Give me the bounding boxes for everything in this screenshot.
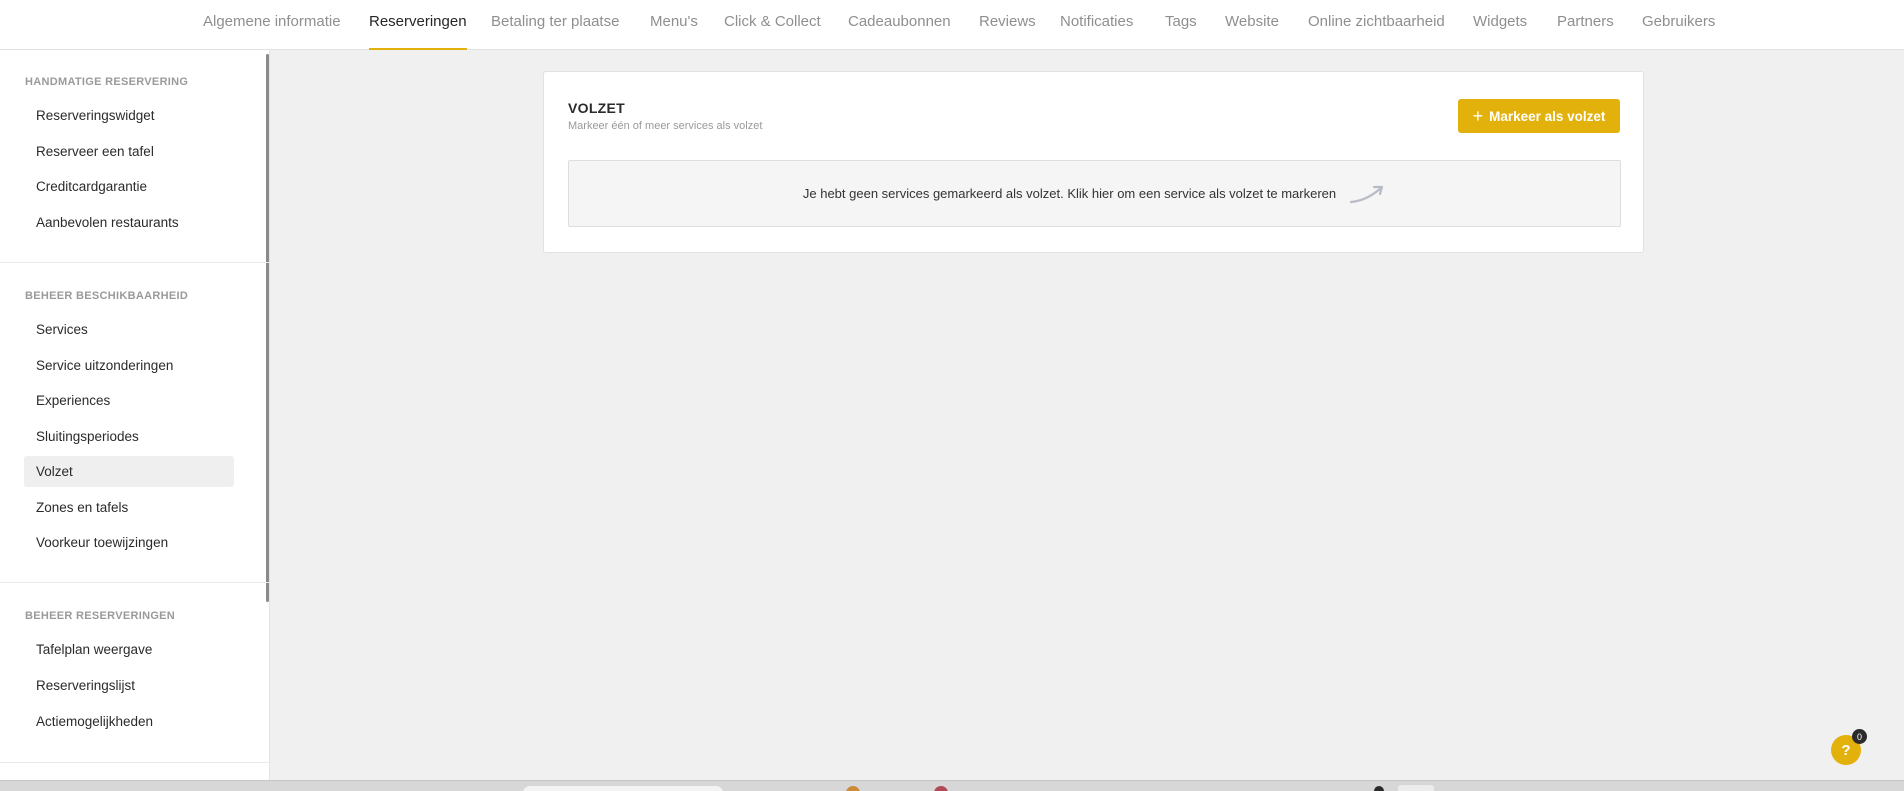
dark-dot-icon[interactable] (1374, 786, 1384, 791)
sidebar-scrollbar[interactable] (266, 54, 269, 602)
sidebar-item-sluitingsperiodes[interactable]: Sluitingsperiodes (24, 421, 234, 452)
tab-website[interactable]: Website (1225, 0, 1279, 50)
top-tab-bar: Algemene informatie Reserveringen Betali… (0, 0, 1904, 50)
sidebar-item-reserveer-een-tafel[interactable]: Reserveer een tafel (24, 136, 234, 167)
volzet-card: VOLZET Markeer één of meer services als … (543, 71, 1644, 253)
sidebar-heading-handmatige-reservering: HANDMATIGE RESERVERING (25, 76, 189, 88)
card-subtitle: Markeer één of meer services als volzet (568, 120, 763, 132)
button-label: Markeer als volzet (1489, 108, 1606, 124)
tab-algemene-informatie[interactable]: Algemene informatie (203, 0, 341, 50)
markeer-als-volzet-button[interactable]: + Markeer als volzet (1458, 99, 1620, 133)
tab-reserveringen[interactable]: Reserveringen (369, 0, 467, 50)
tab-gebruikers[interactable]: Gebruikers (1642, 0, 1715, 50)
tab-online-zichtbaarheid[interactable]: Online zichtbaarheid (1308, 0, 1445, 50)
sidebar-item-aanbevolen-restaurants[interactable]: Aanbevolen restaurants (24, 207, 234, 238)
sidebar-heading-beheer-reserveringen: BEHEER RESERVERINGEN (25, 610, 176, 622)
red-dot-icon[interactable] (934, 786, 948, 791)
sidebar-item-volzet[interactable]: Volzet (24, 456, 234, 487)
sidebar-heading-beheer-beschikbaarheid: BEHEER BESCHIKBAARHEID (25, 290, 189, 302)
sidebar-item-actiemogelijkheden[interactable]: Actiemogelijkheden (24, 706, 234, 737)
sidebar-item-zones-en-tafels[interactable]: Zones en tafels (24, 492, 234, 523)
sidebar-item-voorkeur-toewijzingen[interactable]: Voorkeur toewijzingen (24, 527, 234, 558)
question-mark-icon: ? (1841, 741, 1851, 759)
tab-widgets[interactable]: Widgets (1473, 0, 1527, 50)
notification-count-badge: 0 (1852, 729, 1867, 744)
plus-icon: + (1472, 106, 1484, 126)
orange-dot-icon[interactable] (846, 786, 860, 791)
sidebar-divider (0, 762, 269, 763)
sidebar-item-reserveringswidget[interactable]: Reserveringswidget (24, 100, 234, 131)
tab-betaling-ter-plaatse[interactable]: Betaling ter plaatse (491, 0, 619, 50)
card-title: VOLZET (568, 100, 626, 116)
bottom-input-field[interactable] (523, 786, 723, 791)
sidebar: HANDMATIGE RESERVERING Reserveringswidge… (0, 50, 270, 780)
tab-click-collect[interactable]: Click & Collect (724, 0, 821, 50)
tab-partners[interactable]: Partners (1557, 0, 1614, 50)
curved-arrow-icon (1350, 185, 1384, 203)
empty-state-panel[interactable]: Je hebt geen services gemarkeerd als vol… (568, 160, 1621, 227)
tab-reviews[interactable]: Reviews (979, 0, 1036, 50)
tab-menus[interactable]: Menu's (650, 0, 698, 50)
sidebar-divider (0, 582, 269, 583)
bottom-button[interactable] (1398, 785, 1434, 791)
bottom-bar (0, 780, 1904, 791)
tab-notificaties[interactable]: Notificaties (1060, 0, 1133, 50)
sidebar-item-services[interactable]: Services (24, 314, 234, 345)
sidebar-divider (0, 262, 269, 263)
sidebar-item-reserveringslijst[interactable]: Reserveringslijst (24, 670, 234, 701)
sidebar-item-tafelplan-weergave[interactable]: Tafelplan weergave (24, 634, 234, 665)
tab-tags[interactable]: Tags (1165, 0, 1197, 50)
empty-state-message: Je hebt geen services gemarkeerd als vol… (802, 186, 1337, 201)
tab-cadeaubonnen[interactable]: Cadeaubonnen (848, 0, 951, 50)
sidebar-item-experiences[interactable]: Experiences (24, 385, 234, 416)
sidebar-item-creditcardgarantie[interactable]: Creditcardgarantie (24, 171, 234, 202)
sidebar-item-service-uitzonderingen[interactable]: Service uitzonderingen (24, 350, 234, 381)
